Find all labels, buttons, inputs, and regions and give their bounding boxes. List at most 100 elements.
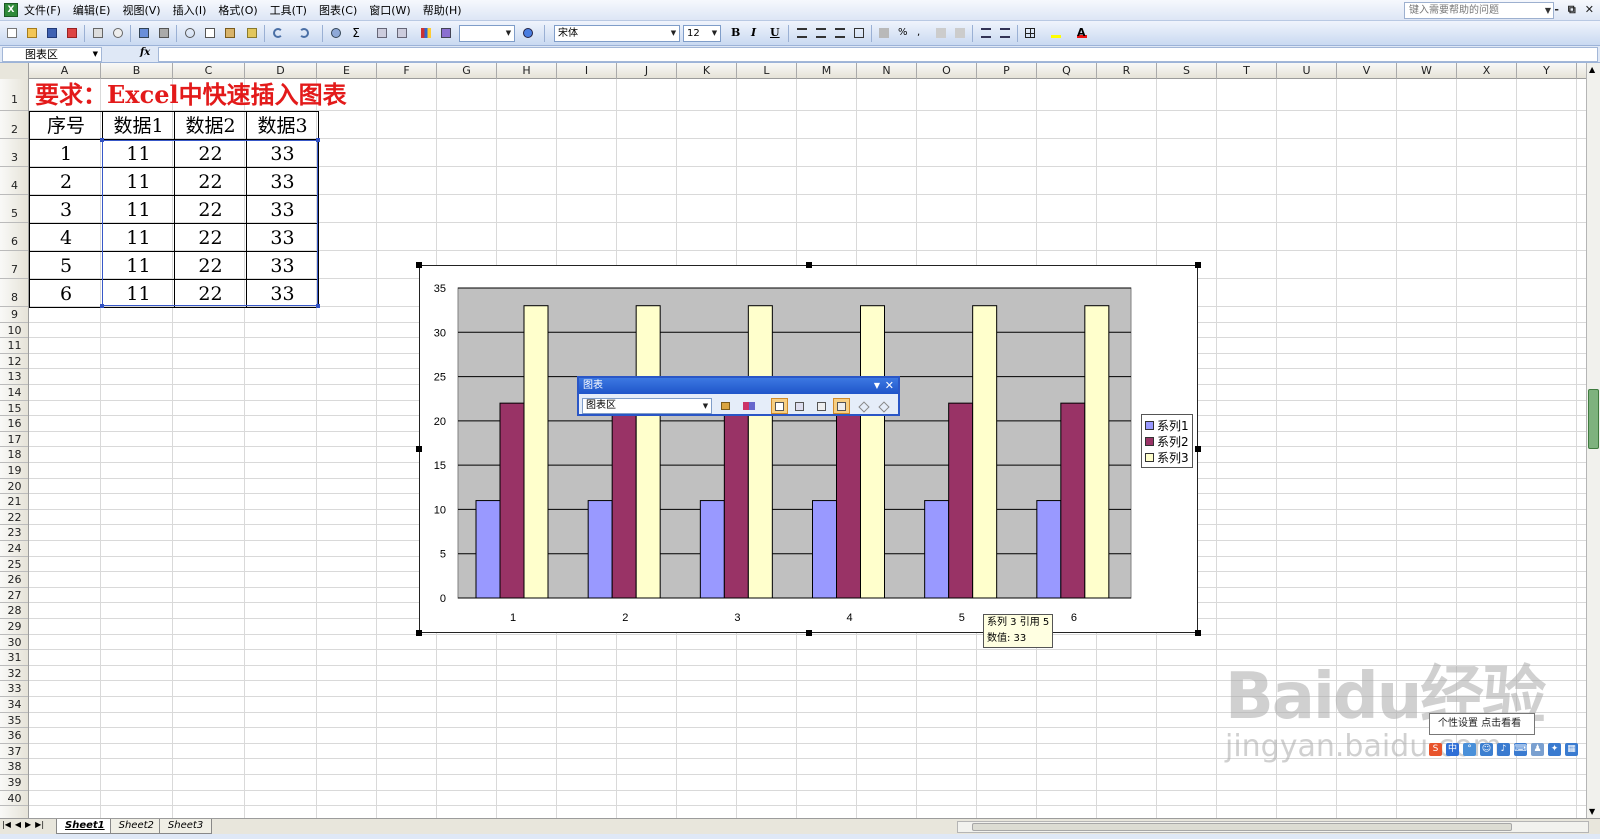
toolbar-options-icon[interactable]: ▼ [874,378,880,394]
horizontal-scrollbar[interactable] [957,821,1589,833]
row-header-cell[interactable]: 12 [0,354,28,370]
table-cell[interactable]: 11 [102,251,175,280]
row-header-cell[interactable]: 19 [0,463,28,479]
first-sheet-icon[interactable]: |◀ [2,820,11,829]
column-header-cell[interactable]: F [377,63,437,79]
redo-icon[interactable] [296,25,312,41]
row-header-cell[interactable]: 22 [0,510,28,526]
font-size-select[interactable]: 12 ▼ [683,25,721,42]
data-table-icon[interactable] [791,398,808,414]
horizontal-scroll-thumb[interactable] [972,823,1512,831]
help-search-input[interactable]: 键入需要帮助的问题 ▼ [1404,2,1554,19]
column-header-cell[interactable]: T [1217,63,1277,79]
row-header-cell[interactable]: 10 [0,323,28,339]
table-cell[interactable]: 11 [102,195,175,224]
row-header-cell[interactable]: 28 [0,603,28,619]
row-header-cell[interactable]: 36 [0,728,28,744]
column-header-cell[interactable]: E [317,63,377,79]
column-header-cell[interactable]: S [1157,63,1217,79]
row-header-cell[interactable]: 21 [0,494,28,510]
font-name-select[interactable]: 宋体 ▼ [554,25,680,42]
header-cell[interactable]: 数据2 [174,111,247,140]
column-header-cell[interactable]: L [737,63,797,79]
next-sheet-icon[interactable]: ▶ [25,820,31,829]
sheet-tab-sheet3[interactable]: Sheet3 [158,819,213,834]
row-header-cell[interactable]: 31 [0,650,28,666]
row-header-cell[interactable]: 11 [0,338,28,354]
chevron-down-icon[interactable]: ▼ [701,400,710,413]
align-right-icon[interactable] [832,25,848,41]
table-cell[interactable]: 11 [102,139,175,168]
table-cell[interactable]: 4 [29,223,103,252]
underline-button[interactable]: U [770,26,780,39]
percent-icon[interactable]: % [895,25,911,41]
row-header-cell[interactable]: 27 [0,588,28,604]
menu-tools[interactable]: 工具(T) [270,3,307,18]
column-header-cell[interactable]: O [917,63,977,79]
by-row-icon[interactable] [813,398,830,414]
table-cell[interactable]: 3 [29,195,103,224]
paste-icon[interactable] [222,25,238,41]
scroll-up-icon[interactable]: ▲ [1589,65,1595,74]
table-cell[interactable]: 11 [102,223,175,252]
row-header-cell[interactable]: 8 [0,279,28,307]
name-box[interactable]: 图表区 ▼ [2,47,102,62]
row-header-cell[interactable]: 14 [0,385,28,401]
row-header-cell[interactable]: 29 [0,619,28,635]
bold-button[interactable]: B [731,26,740,39]
column-header-cell[interactable]: W [1397,63,1457,79]
row-header-cell[interactable]: 20 [0,479,28,495]
sheet-tab-sheet1[interactable]: Sheet1 [56,819,114,834]
table-cell[interactable]: 11 [102,167,175,196]
scroll-down-icon[interactable]: ▼ [1589,807,1595,816]
excel-app-icon[interactable]: X [4,3,18,17]
vertical-scrollbar[interactable]: ▲ ▼ [1586,63,1600,818]
column-header-cell[interactable]: J [617,63,677,79]
row-header-cell[interactable]: 13 [0,369,28,385]
select-all-corner[interactable] [0,63,29,79]
comma-style-icon[interactable]: , [914,25,930,41]
row-header-cell[interactable]: 37 [0,744,28,760]
save-icon[interactable] [44,25,60,41]
align-center-icon[interactable] [813,25,829,41]
ime-voice-icon[interactable]: ♪ [1497,743,1510,756]
row-header-cell[interactable]: 38 [0,759,28,775]
chart-toolbar[interactable]: 图表 ▼ ✕ 图表区 ▼ [577,376,900,416]
row-header-cell[interactable]: 6 [0,223,28,251]
format-chart-area-icon[interactable] [717,398,734,414]
menu-view[interactable]: 视图(V) [122,3,160,18]
menu-chart[interactable]: 图表(C) [319,3,357,18]
chart-resize-handle[interactable] [416,630,422,636]
prev-sheet-icon[interactable]: ◀ [15,820,21,829]
column-header-cell[interactable]: D [245,63,317,79]
column-header-cell[interactable]: P [977,63,1037,79]
table-cell[interactable]: 33 [246,195,319,224]
table-cell[interactable]: 22 [174,223,247,252]
chevron-down-icon[interactable]: ▼ [710,27,719,40]
table-cell[interactable]: 5 [29,251,103,280]
chart-object-select[interactable]: 图表区 ▼ [582,398,712,414]
header-cell[interactable]: 数据3 [246,111,319,140]
column-header-cell[interactable]: R [1097,63,1157,79]
table-cell[interactable]: 22 [174,167,247,196]
row-header-cell[interactable]: 9 [0,307,28,323]
table-cell[interactable]: 33 [246,279,319,308]
decrease-decimal-icon[interactable] [952,25,968,41]
permission-icon[interactable] [64,25,80,41]
increase-decimal-icon[interactable] [933,25,949,41]
copy-icon[interactable] [202,25,218,41]
table-cell[interactable]: 22 [174,279,247,308]
angle-text-up-icon[interactable] [875,398,892,414]
chevron-down-icon[interactable]: ▼ [1545,3,1551,18]
open-icon[interactable] [24,25,40,41]
fx-icon[interactable]: fx [140,47,150,58]
row-header-cell[interactable]: 35 [0,713,28,729]
row-header-cell[interactable]: 40 [0,791,28,807]
autosum-icon[interactable]: Σ [348,25,364,41]
angle-text-down-icon[interactable] [855,398,872,414]
row-header-cell[interactable]: 2 [0,111,28,139]
research-icon[interactable] [156,25,172,41]
header-cell[interactable]: 序号 [29,111,103,140]
column-header-cell[interactable]: V [1337,63,1397,79]
ime-user-icon[interactable]: ♟ [1531,743,1544,756]
